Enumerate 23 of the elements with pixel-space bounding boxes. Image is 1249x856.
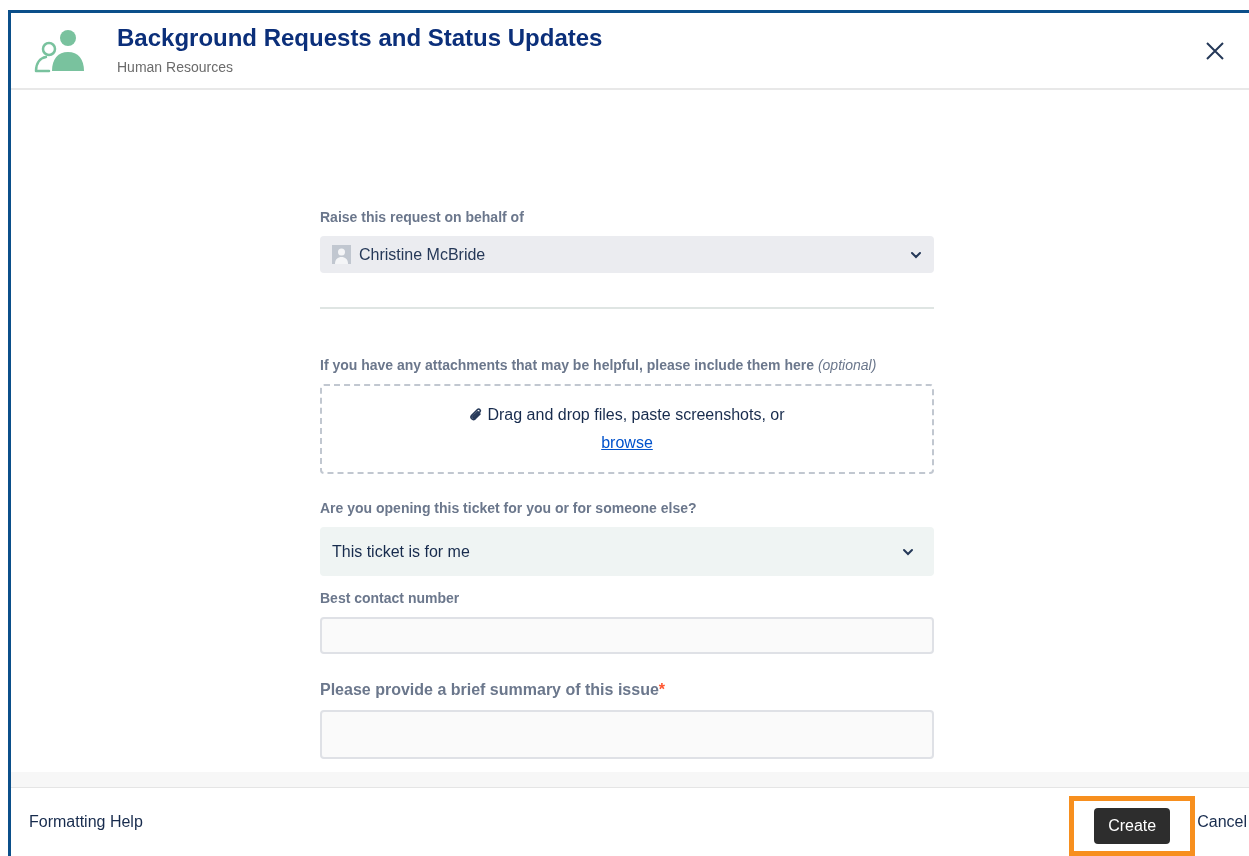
dialog-title: Background Requests and Status Updates bbox=[117, 23, 604, 53]
create-button[interactable]: Create bbox=[1094, 808, 1171, 844]
formatting-help-link[interactable]: Formatting Help bbox=[29, 810, 1070, 834]
people-icon bbox=[34, 28, 86, 73]
drop-zone-text: Drag and drop files, paste screenshots, or bbox=[487, 405, 785, 425]
field-label: Are you opening this ticket for you or for someone else? bbox=[320, 499, 698, 518]
field-label: If you have any attachments that may be helpful, please include them here (optional) bbox=[320, 356, 878, 375]
browse-link[interactable]: browse bbox=[601, 431, 653, 455]
text-field[interactable] bbox=[320, 617, 934, 654]
select-field[interactable]: This ticket is for me bbox=[320, 527, 934, 576]
field-label: Raise this request on behalf of bbox=[320, 208, 525, 227]
close-icon bbox=[1205, 40, 1225, 61]
field-label: Please provide a brief summary of this issue* bbox=[320, 680, 666, 700]
cancel-button[interactable]: Cancel bbox=[1197, 810, 1247, 834]
text-field[interactable] bbox=[320, 710, 934, 759]
paperclip-icon bbox=[469, 407, 484, 423]
dialog-subtitle: Human Resources bbox=[117, 58, 234, 77]
drop-zone[interactable]: Drag and drop files, paste screenshots, or browse bbox=[320, 384, 934, 474]
user-select[interactable]: Christine McBride bbox=[320, 236, 934, 273]
avatar-icon bbox=[332, 245, 351, 264]
chevron-down-icon bbox=[910, 250, 922, 259]
chevron-down-icon bbox=[902, 547, 914, 556]
field-label: Best contact number bbox=[320, 589, 460, 608]
